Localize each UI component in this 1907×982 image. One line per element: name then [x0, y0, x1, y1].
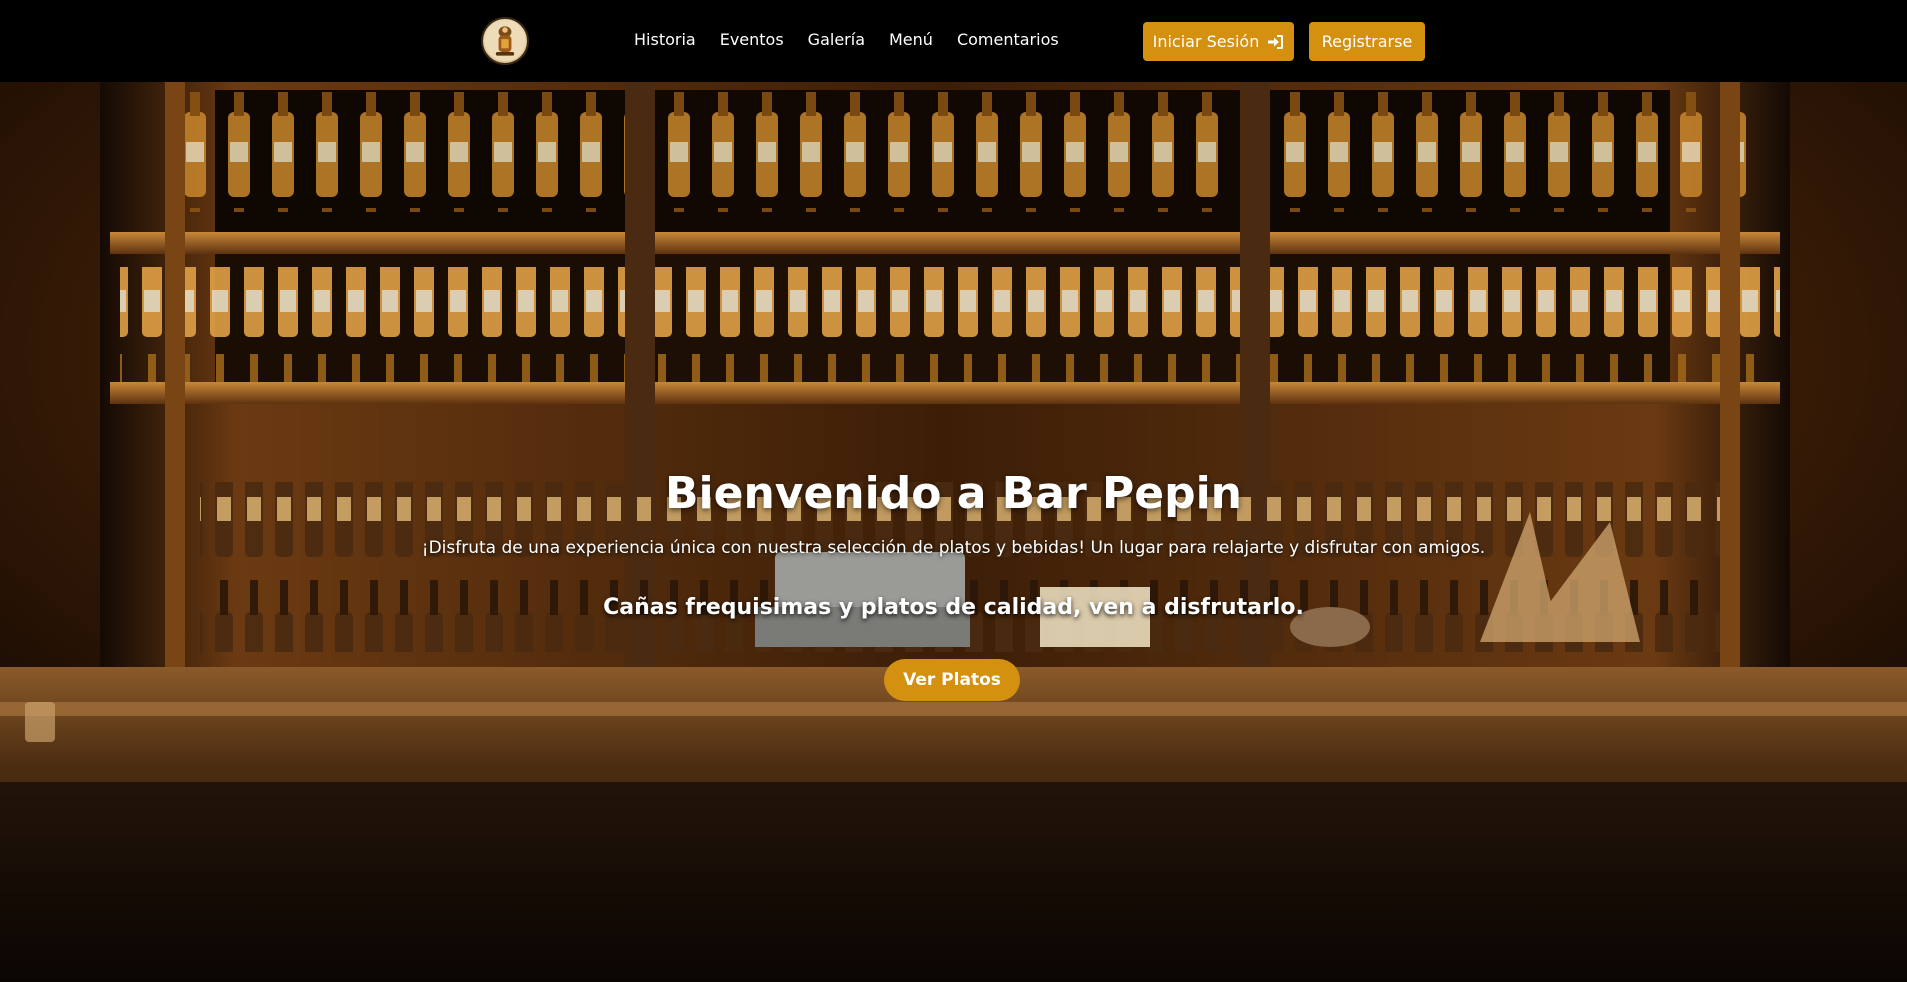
logo-icon: [484, 20, 526, 62]
login-button-label: Iniciar Sesión: [1152, 32, 1260, 51]
register-button-label: Registrarse: [1321, 32, 1413, 51]
navbar: Historia Eventos Galería Menú Comentario…: [0, 0, 1907, 82]
nav-link-historia[interactable]: Historia: [634, 30, 696, 49]
view-dishes-label: Ver Platos: [903, 670, 1001, 690]
hero-subtitle: ¡Disfruta de una experiencia única con n…: [421, 538, 1486, 558]
hero-section: Bienvenido a Bar Pepin ¡Disfruta de una …: [0, 82, 1907, 982]
nav-link-eventos[interactable]: Eventos: [720, 30, 784, 49]
main-nav: Historia Eventos Galería Menú Comentario…: [634, 30, 1083, 49]
nav-link-comentarios[interactable]: Comentarios: [957, 30, 1059, 49]
nav-link-galeria[interactable]: Galería: [808, 30, 865, 49]
hero-tagline: Cañas frequisimas y platos de calidad, v…: [603, 595, 1304, 620]
sign-in-icon: [1268, 34, 1284, 49]
nav-link-menu[interactable]: Menú: [889, 30, 933, 49]
bar-logo[interactable]: [481, 17, 529, 65]
view-dishes-button[interactable]: Ver Platos: [884, 659, 1020, 701]
hero-content: Bienvenido a Bar Pepin ¡Disfruta de una …: [0, 82, 1907, 982]
register-button[interactable]: Registrarse: [1309, 22, 1425, 61]
login-button[interactable]: Iniciar Sesión: [1143, 22, 1294, 61]
hero-title: Bienvenido a Bar Pepin: [664, 468, 1242, 519]
